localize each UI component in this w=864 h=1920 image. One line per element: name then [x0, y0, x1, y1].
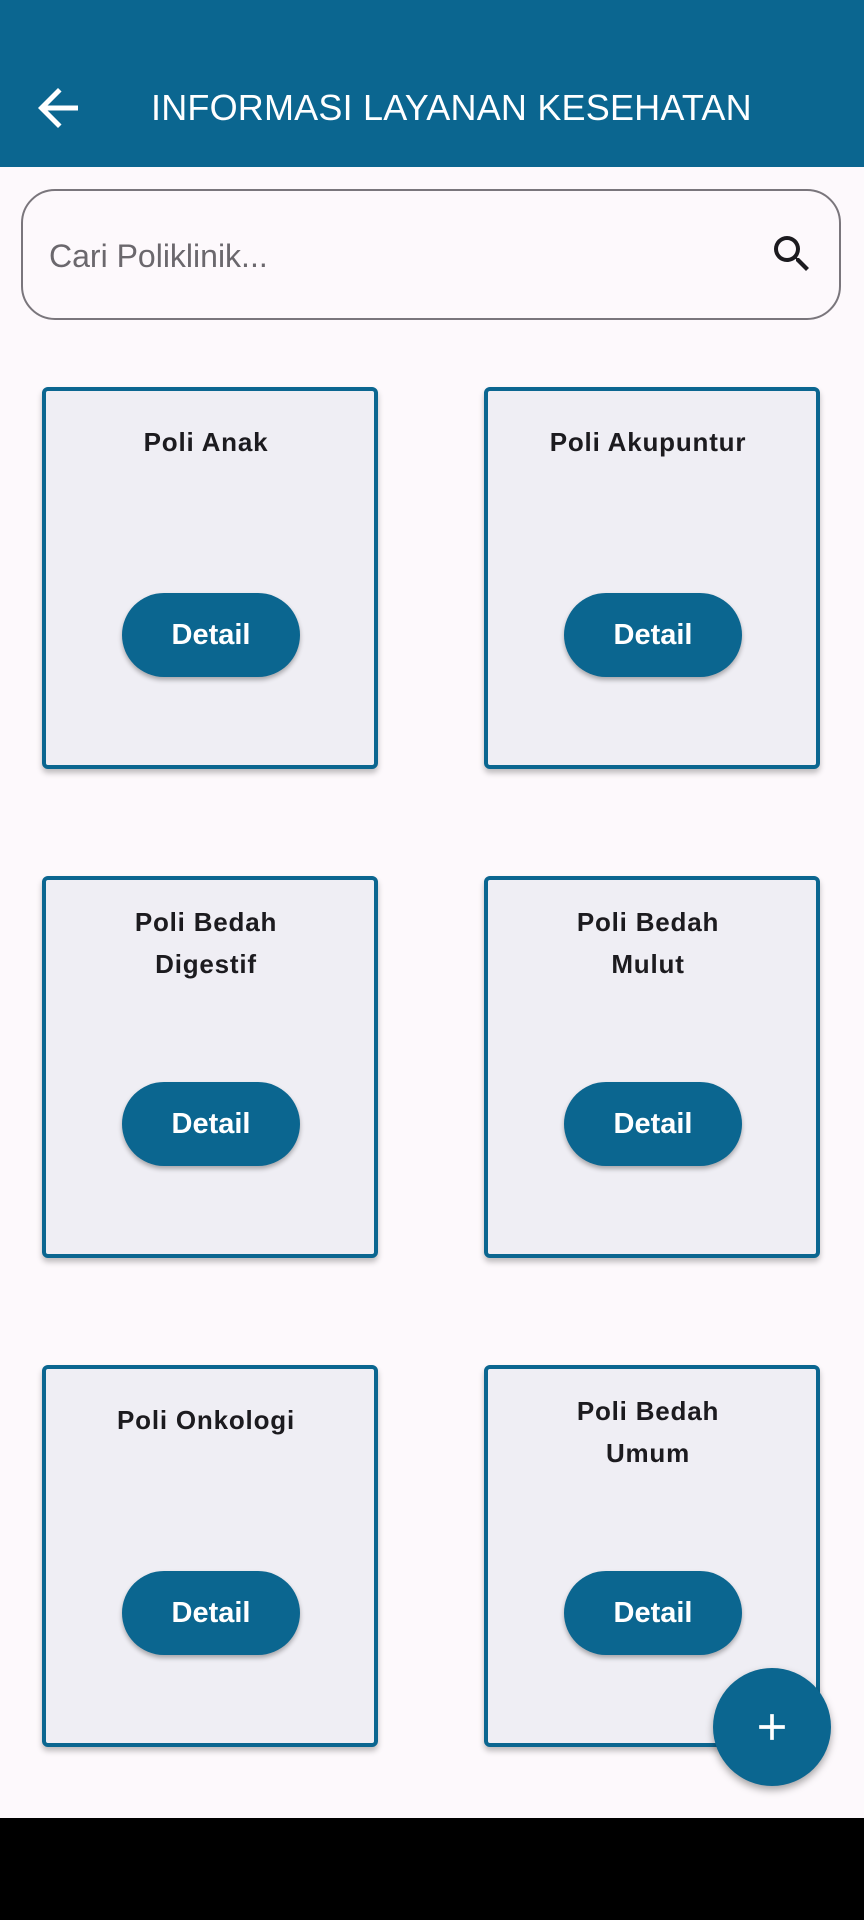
- detail-button[interactable]: Detail: [122, 1082, 300, 1166]
- add-button[interactable]: [713, 1668, 831, 1786]
- search-icon[interactable]: [768, 230, 816, 278]
- detail-button[interactable]: Detail: [122, 593, 300, 677]
- clinic-card: Poli Bedah Digestif Detail: [42, 876, 378, 1258]
- clinic-card-title: Poli Bedah Mulut: [576, 907, 720, 979]
- system-navigation-bar: [0, 1818, 864, 1920]
- app-bar: INFORMASI LAYANAN KESEHATAN: [0, 0, 864, 167]
- clinic-card: Poli Anak Detail: [42, 387, 378, 769]
- detail-button[interactable]: Detail: [564, 1082, 742, 1166]
- detail-button[interactable]: Detail: [122, 1571, 300, 1655]
- clinic-card-title: Poli Anak: [143, 427, 269, 457]
- clinic-card-title: Poli Bedah Umum: [576, 1396, 720, 1468]
- app-screen: INFORMASI LAYANAN KESEHATAN Poli Anak De…: [0, 0, 864, 1920]
- back-button[interactable]: [22, 72, 94, 144]
- search-input[interactable]: [47, 221, 741, 291]
- clinic-card: Poli Bedah Mulut Detail: [484, 876, 820, 1258]
- clinic-card: Poli Onkologi Detail: [42, 1365, 378, 1747]
- clinic-card-title: Poli Onkologi: [117, 1405, 295, 1435]
- detail-button[interactable]: Detail: [564, 593, 742, 677]
- clinic-card-title: Poli Akupuntur: [549, 427, 747, 457]
- clinic-card: Poli Akupuntur Detail: [484, 387, 820, 769]
- arrow-left-icon: [38, 88, 78, 128]
- search-field[interactable]: [21, 189, 841, 320]
- clinic-card-title: Poli Bedah Digestif: [134, 907, 278, 979]
- plus-icon: [759, 1714, 785, 1740]
- page-title: INFORMASI LAYANAN KESEHATAN: [151, 87, 752, 128]
- detail-button[interactable]: Detail: [564, 1571, 742, 1655]
